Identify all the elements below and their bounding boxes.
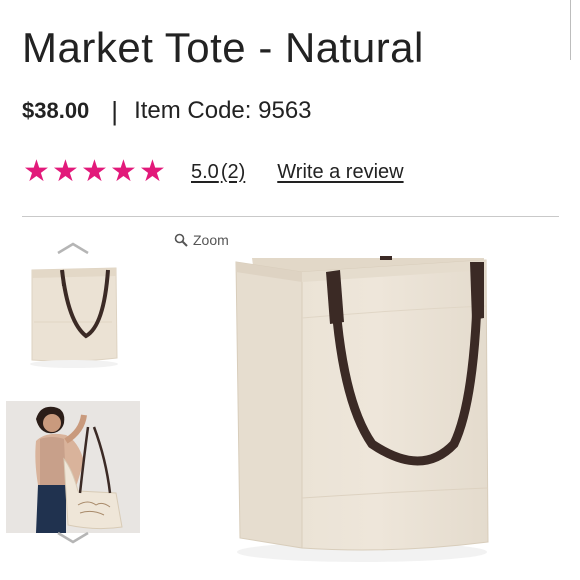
search-icon bbox=[174, 233, 188, 247]
star-icon: ★ bbox=[139, 155, 166, 188]
zoom-label: Zoom bbox=[193, 232, 229, 248]
star-icon: ★ bbox=[23, 155, 50, 188]
chevron-up-icon[interactable] bbox=[54, 240, 92, 256]
review-count: (2) bbox=[220, 160, 246, 183]
scrollbar-edge bbox=[570, 0, 571, 60]
price-row: $38.00 | Item Code: 9563 bbox=[22, 94, 312, 128]
star-icon: ★ bbox=[81, 155, 108, 188]
review-row: ★ ★ ★ ★ ★ 5.0 (2) Write a review bbox=[22, 156, 404, 188]
chevron-down-icon[interactable] bbox=[54, 530, 92, 546]
product-price: $38.00 bbox=[22, 98, 90, 123]
rating-stars: ★ ★ ★ ★ ★ bbox=[22, 157, 167, 187]
star-icon: ★ bbox=[52, 155, 79, 188]
item-code: Item Code: 9563 bbox=[134, 97, 312, 124]
price-separator: | bbox=[111, 95, 119, 126]
product-main-image[interactable] bbox=[222, 248, 502, 574]
product-title: Market Tote - Natural bbox=[22, 24, 424, 71]
zoom-button[interactable]: Zoom bbox=[174, 232, 229, 248]
star-icon: ★ bbox=[110, 155, 137, 188]
divider bbox=[22, 216, 559, 217]
thumbnail-model[interactable] bbox=[6, 401, 140, 533]
rating-link[interactable]: 5.0 (2) bbox=[191, 161, 247, 184]
write-review-link[interactable]: Write a review bbox=[277, 161, 403, 184]
thumbnail-tote[interactable] bbox=[24, 262, 124, 372]
rating-value: 5.0 bbox=[191, 160, 219, 183]
